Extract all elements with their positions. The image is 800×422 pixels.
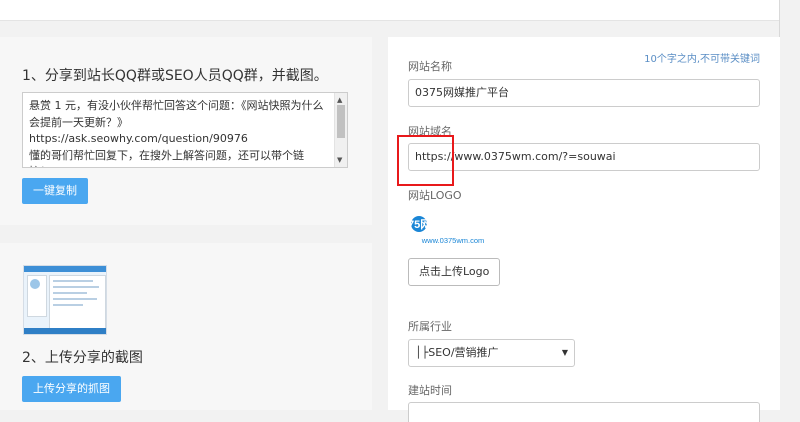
share-textarea[interactable]: 悬赏 1 元，有没小伙伴帮忙回答这个问题：《网站快照为什么会提前一天更新？》 h… — [22, 92, 348, 168]
build-time-input[interactable] — [408, 402, 760, 422]
upload-screenshot-button[interactable]: 上传分享的抓图 — [22, 376, 121, 402]
step1-title: 1、分享到站长QQ群或SEO人员QQ群，并截图。 — [22, 68, 328, 84]
thumb-line — [53, 292, 87, 294]
site-domain-input[interactable]: https://www.0375wm.com/?=souwai — [408, 143, 760, 171]
top-bar — [0, 0, 780, 21]
site-name-label: 网站名称 — [408, 60, 452, 73]
share-step-card: 1、分享到站长QQ群或SEO人员QQ群，并截图。 悬赏 1 元，有没小伙伴帮忙回… — [0, 37, 372, 225]
domain-highlight-box — [397, 135, 454, 186]
logo-url-text: www.0375wm.com — [421, 236, 485, 245]
build-time-label: 建站时间 — [408, 384, 452, 397]
thumb-line — [53, 304, 83, 306]
industry-label: 所属行业 — [408, 320, 452, 333]
scrollbar-thumb[interactable] — [337, 105, 345, 138]
uploaded-screenshot-thumbnail[interactable] — [23, 265, 107, 335]
thumb-titlebar — [24, 266, 106, 272]
thumb-line — [53, 280, 93, 282]
copy-button[interactable]: 一键复制 — [22, 178, 88, 204]
caret-down-icon: ▼ — [561, 348, 568, 357]
logo-brand-text: 0375网媒 — [408, 217, 443, 231]
scroll-down-arrow-icon[interactable]: ▼ — [337, 156, 342, 164]
industry-selected-value: │├SEO/营销推广 — [415, 346, 499, 359]
upload-logo-button[interactable]: 点击上传Logo — [408, 258, 501, 286]
site-logo-label: 网站LOGO — [408, 189, 462, 202]
thumb-avatar — [30, 279, 40, 289]
site-name-hint: 10个字之内,不可带关键词 — [644, 54, 760, 65]
thumb-footer — [24, 328, 106, 334]
step2-title: 2、上传分享的截图 — [22, 350, 143, 366]
share-text: 悬赏 1 元，有没小伙伴帮忙回答这个问题：《网站快照为什么会提前一天更新？》 h… — [29, 99, 324, 167]
thumb-panel — [49, 275, 106, 329]
site-info-form: 10个字之内,不可带关键词 网站名称 0375网媒推广平台 网站域名 https… — [388, 37, 780, 422]
textarea-scrollbar[interactable]: ▲ ▼ — [334, 93, 347, 167]
upload-step-card: 2、上传分享的截图 上传分享的抓图 — [0, 243, 372, 410]
site-logo-image: 0375网媒 www.0375wm.com — [408, 214, 492, 246]
site-name-input[interactable]: 0375网媒推广平台 — [408, 79, 760, 107]
industry-select[interactable]: │├SEO/营销推广 ▼ — [408, 339, 575, 367]
thumb-line — [53, 298, 97, 300]
scroll-up-arrow-icon[interactable]: ▲ — [337, 96, 342, 104]
thumb-line — [53, 286, 99, 288]
